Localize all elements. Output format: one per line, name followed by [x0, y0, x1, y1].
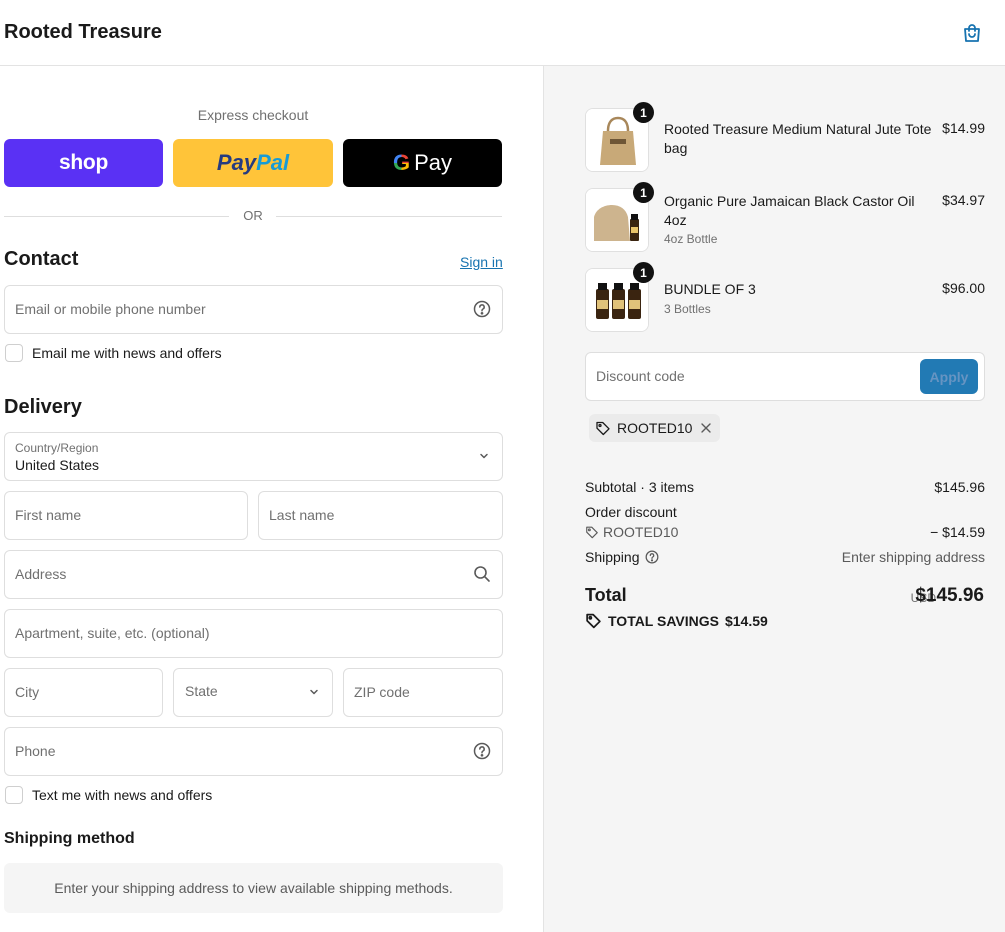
quantity-badge: 1 [633, 262, 654, 283]
item-name: Rooted Treasure Medium Natural Jute Tote… [664, 121, 932, 156]
first-name-placeholder: First name [15, 507, 82, 523]
google-pay-button[interactable]: G Pay [343, 139, 502, 187]
text-opt-in-row: Text me with news and offers [4, 785, 212, 805]
total-savings-row: TOTAL SAVINGS $14.59 [585, 612, 768, 629]
zip-placeholder: ZIP code [354, 684, 410, 700]
help-circle-icon[interactable] [473, 742, 491, 760]
order-summary: 1 Rooted Treasure Medium Natural Jute To… [543, 66, 1005, 932]
phone-field[interactable]: Phone [4, 727, 503, 776]
subtotal-label: Subtotal · 3 items [585, 479, 694, 495]
state-select[interactable]: State [173, 668, 333, 717]
item-name: Organic Pure Jamaican Black Castor Oil 4… [664, 193, 915, 228]
google-pay-label: Pay [414, 150, 453, 175]
cart-button[interactable] [958, 19, 986, 47]
applied-code-label: ROOTED10 [617, 420, 693, 436]
brand-logo-text[interactable]: Rooted Treasure [4, 21, 162, 44]
order-discount-value: − $14.59 [930, 524, 985, 540]
country-value: United States [15, 457, 100, 473]
help-circle-icon[interactable] [645, 550, 659, 564]
last-name-placeholder: Last name [269, 507, 335, 523]
shop-pay-label: shop [59, 151, 108, 174]
apply-discount-button[interactable]: Apply [920, 359, 978, 394]
search-icon [474, 566, 490, 582]
shipping-label: Shipping [585, 549, 640, 565]
item-variant: 4oz Bottle [664, 232, 718, 246]
tag-icon [586, 613, 601, 629]
state-placeholder: State [185, 683, 218, 699]
chevron-down-icon [480, 453, 488, 459]
shopping-bag-icon [964, 24, 980, 42]
item-price: $34.97 [942, 192, 985, 208]
item-price: $14.99 [942, 120, 985, 136]
paypal-label-pal: Pal [256, 150, 290, 175]
shipping-row: Shipping Enter shipping address [585, 549, 985, 565]
or-divider: OR [4, 207, 502, 225]
subtotal-row: Subtotal · 3 items $145.96 [585, 479, 985, 495]
remove-discount-button[interactable] [700, 422, 712, 434]
item-name: BUNDLE OF 3 [664, 281, 756, 297]
total-label: Total [585, 585, 627, 605]
line-item: 1 BUNDLE OF 3 3 Bottles $96.00 [585, 262, 985, 332]
sign-in-link[interactable]: Sign in [460, 254, 503, 270]
apartment-field[interactable]: Apartment, suite, etc. (optional) [4, 609, 503, 658]
city-field[interactable]: City [4, 668, 163, 717]
close-icon [701, 423, 712, 433]
total-value: $145.96 [915, 585, 984, 606]
order-discount-label: Order discount [585, 504, 677, 520]
address-field[interactable]: Address [4, 550, 503, 599]
text-opt-in-checkbox[interactable] [5, 786, 23, 804]
shipping-method-title: Shipping method [4, 830, 135, 847]
phone-placeholder: Phone [15, 743, 56, 759]
applied-discount-chip: ROOTED10 [589, 414, 721, 442]
delivery-title: Delivery [4, 396, 82, 418]
item-variant: 3 Bottles [664, 302, 711, 316]
help-circle-icon[interactable] [473, 300, 491, 318]
google-g-icon: G [392, 150, 411, 175]
shipping-method-text: Enter your shipping address to view avai… [54, 880, 453, 896]
discount-code-field[interactable]: Discount code Apply [585, 352, 985, 401]
subtotal-value: $145.96 [934, 479, 985, 495]
express-checkout-label: Express checkout [197, 107, 309, 123]
email-placeholder: Email or mobile phone number [15, 301, 206, 317]
contact-title: Contact [4, 248, 79, 270]
email-opt-in-checkbox[interactable] [5, 344, 23, 362]
address-placeholder: Address [15, 566, 67, 582]
email-field[interactable]: Email or mobile phone number [4, 285, 503, 334]
discount-code-placeholder: Discount code [596, 368, 685, 384]
country-select[interactable]: Country/Region United States [4, 432, 503, 481]
country-label: Country/Region [15, 441, 99, 455]
divider-line [276, 216, 502, 217]
tag-icon [596, 421, 610, 436]
chevron-down-icon [310, 689, 318, 695]
first-name-field[interactable]: First name [4, 491, 248, 540]
apartment-placeholder: Apartment, suite, etc. (optional) [15, 625, 210, 641]
last-name-field[interactable]: Last name [258, 491, 503, 540]
total-savings-label: TOTAL SAVINGS [608, 612, 719, 629]
order-discount-row: Order discount [585, 504, 985, 520]
city-placeholder: City [15, 684, 40, 700]
order-discount-code-row: ROOTED10 − $14.59 [585, 524, 985, 542]
item-price: $96.00 [942, 280, 985, 296]
line-item: 1 Rooted Treasure Medium Natural Jute To… [585, 102, 985, 172]
header: Rooted Treasure [0, 0, 1005, 66]
text-opt-in-label: Text me with news and offers [32, 787, 213, 803]
total-savings-value: $14.59 [724, 612, 768, 629]
checkout-form: Express checkout shop Pay Pal G Pay OR Co… [0, 66, 543, 932]
shipping-value: Enter shipping address [841, 549, 985, 565]
quantity-badge: 1 [633, 102, 654, 123]
line-item: 1 Organic Pure Jamaican Black Castor Oil… [585, 182, 985, 252]
email-opt-in-row: Email me with news and offers [4, 343, 222, 363]
paypal-button[interactable]: Pay Pal [173, 139, 333, 187]
email-opt-in-label: Email me with news and offers [32, 345, 222, 361]
zip-field[interactable]: ZIP code [343, 668, 503, 717]
shipping-method-message: Enter your shipping address to view avai… [4, 863, 503, 913]
paypal-label-pay: Pay [216, 150, 257, 175]
tag-icon [586, 526, 598, 539]
shop-pay-button[interactable]: shop [4, 139, 163, 187]
order-discount-code: ROOTED10 [603, 524, 679, 540]
quantity-badge: 1 [633, 182, 654, 203]
